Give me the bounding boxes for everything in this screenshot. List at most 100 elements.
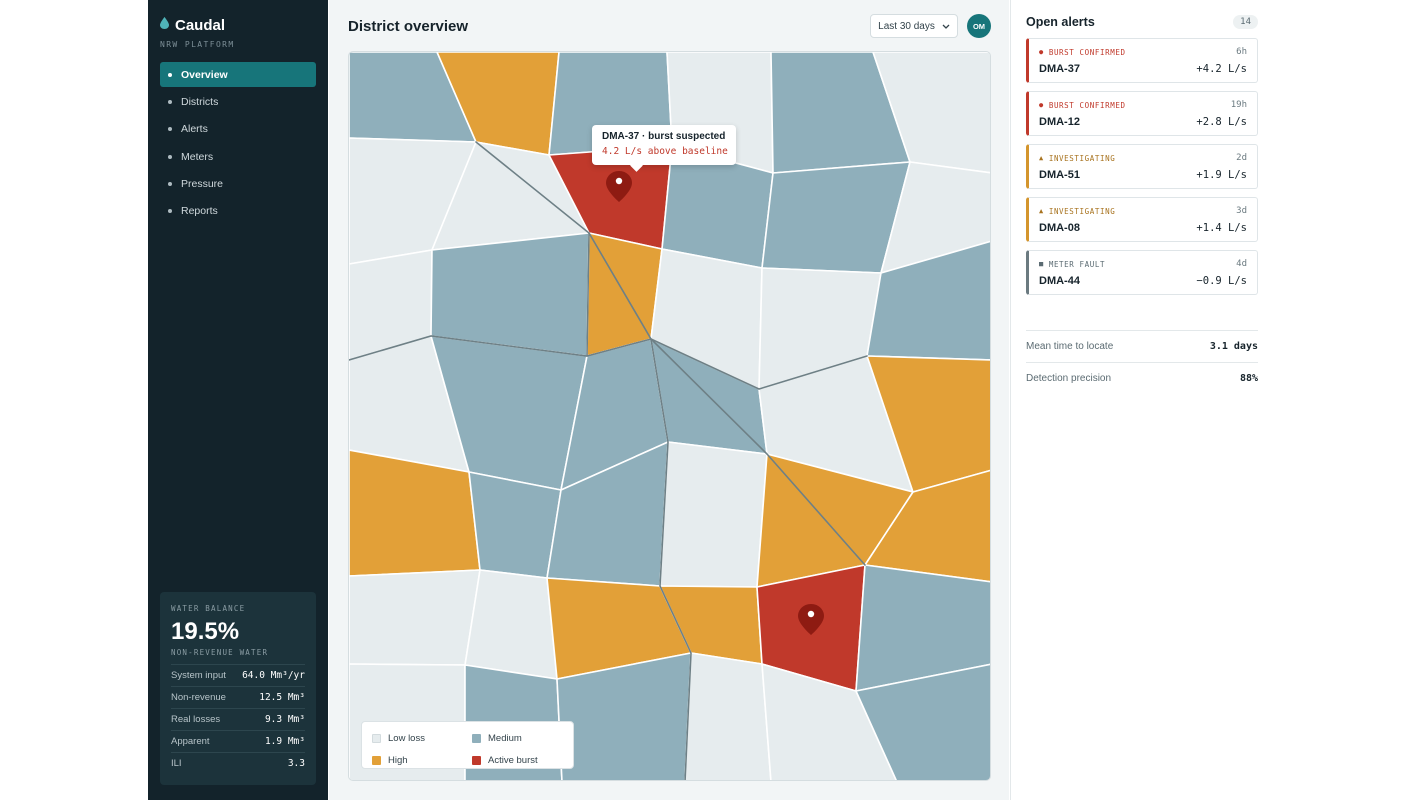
- alert-age: 2d: [1236, 153, 1247, 163]
- district-cell: [659, 441, 768, 588]
- row-value: 3.3: [287, 758, 305, 769]
- alert-status: ● BURST CONFIRMED: [1039, 101, 1126, 110]
- alert-dma: DMA-12: [1039, 116, 1080, 128]
- alert-card[interactable]: ■ METER FAULT 4d DMA-44 −0.9 L/s: [1026, 250, 1258, 295]
- nav-dot-icon: [168, 209, 172, 214]
- alert-age: 6h: [1236, 47, 1247, 57]
- warning-triangle-icon: ▲: [1039, 153, 1044, 162]
- sidebar-item-pressure[interactable]: Pressure: [160, 172, 316, 197]
- metric-label: Mean time to locate: [1026, 341, 1114, 352]
- legend-label: Medium: [488, 732, 522, 744]
- district-cell: [430, 232, 590, 357]
- water-balance-row: Apparent 1.9 Mm³: [171, 730, 305, 752]
- status-dot-icon: ●: [1039, 100, 1044, 109]
- alerts-title: Open alerts: [1026, 15, 1095, 29]
- row-value: 64.0 Mm³/yr: [242, 670, 305, 681]
- tooltip-title: DMA-37 · burst suspected: [602, 131, 726, 142]
- status-label: INVESTIGATING: [1048, 153, 1116, 163]
- alert-dma: DMA-44: [1039, 275, 1080, 287]
- alert-card[interactable]: ▲ INVESTIGATING 3d DMA-08 +1.4 L/s: [1026, 197, 1258, 242]
- alert-card[interactable]: ▲ INVESTIGATING 2d DMA-51 +1.9 L/s: [1026, 144, 1258, 189]
- sidebar-item-overview[interactable]: Overview: [160, 62, 316, 87]
- district-cell: [468, 471, 562, 579]
- water-balance-row: Real losses 9.3 Mm³: [171, 708, 305, 730]
- sidebar-item-label: Meters: [181, 150, 214, 163]
- nav-dot-icon: [168, 99, 172, 104]
- metric-row: Mean time to locate 3.1 days: [1026, 330, 1258, 362]
- alerts-count-badge: 14: [1233, 15, 1258, 29]
- water-balance-value: 19.5%: [171, 618, 240, 645]
- nav-dot-icon: [168, 154, 172, 159]
- alert-card[interactable]: ● BURST CONFIRMED 6h DMA-37 +4.2 L/s: [1026, 38, 1258, 83]
- tooltip-sub: 4.2 L/s above baseline: [602, 146, 728, 157]
- legend-swatch: [372, 733, 381, 743]
- status-label: INVESTIGATING: [1048, 206, 1116, 216]
- page-title: District overview: [348, 18, 469, 35]
- water-balance-row: System input 64.0 Mm³/yr: [171, 664, 305, 686]
- legend-swatch: [372, 755, 381, 765]
- row-key: ILI: [171, 758, 182, 769]
- legend-item: High: [372, 752, 472, 768]
- map-tooltip: DMA-37 · burst suspected 4.2 L/s above b…: [592, 125, 736, 165]
- district-cell: [684, 652, 772, 780]
- alert-flow: +4.2 L/s: [1196, 63, 1247, 75]
- metrics-list: Mean time to locate 3.1 days Detection pr…: [1026, 330, 1258, 394]
- water-drop-icon: [160, 16, 169, 34]
- alert-status: ▲ INVESTIGATING: [1039, 154, 1115, 163]
- status-label: BURST CONFIRMED: [1048, 100, 1126, 110]
- sidebar-item-meters[interactable]: Meters: [160, 144, 316, 169]
- alert-flow: +1.4 L/s: [1196, 222, 1247, 234]
- sidebar-item-reports[interactable]: Reports: [160, 199, 316, 224]
- alert-list: ● BURST CONFIRMED 6h DMA-37 +4.2 L/s ● BUR…: [1026, 38, 1258, 303]
- app-name: Caudal: [175, 16, 226, 34]
- brand[interactable]: Caudal NRW PLATFORM: [160, 16, 235, 49]
- square-icon: ■: [1039, 259, 1044, 268]
- water-balance-row: ILI 3.3: [171, 752, 305, 774]
- date-range-label: Last 30 days: [878, 20, 935, 32]
- sidebar-item-alerts[interactable]: Alerts: [160, 117, 316, 142]
- sidebar-nav: Overview Districts Alerts Meters Pressur…: [160, 62, 316, 226]
- row-key: System input: [171, 670, 226, 681]
- alert-status: ● BURST CONFIRMED: [1039, 48, 1126, 57]
- alert-age: 3d: [1236, 206, 1247, 216]
- app-subtitle: NRW PLATFORM: [160, 40, 235, 49]
- district-map[interactable]: DMA-37 · burst suspected 4.2 L/s above b…: [348, 51, 991, 781]
- alert-dma: DMA-08: [1039, 222, 1080, 234]
- alert-card[interactable]: ● BURST CONFIRMED 19h DMA-12 +2.8 L/s: [1026, 91, 1258, 136]
- status-label: BURST CONFIRMED: [1048, 47, 1126, 57]
- row-value: 12.5 Mm³: [259, 692, 305, 703]
- alert-age: 19h: [1230, 100, 1247, 110]
- date-range-select[interactable]: Last 30 days: [870, 14, 958, 38]
- nav-dot-icon: [168, 182, 172, 187]
- alert-dma: DMA-51: [1039, 169, 1080, 181]
- row-value: 1.9 Mm³: [264, 736, 305, 747]
- alert-age: 4d: [1236, 259, 1247, 269]
- legend-swatch: [472, 733, 481, 743]
- warning-triangle-icon: ▲: [1039, 206, 1044, 215]
- alert-status: ▲ INVESTIGATING: [1039, 207, 1115, 216]
- alert-dma: DMA-37: [1039, 63, 1080, 75]
- row-key: Non-revenue: [171, 692, 226, 703]
- sidebar-item-label: Pressure: [181, 178, 224, 191]
- sidebar: Caudal NRW PLATFORM Overview Districts A…: [148, 0, 328, 800]
- row-key: Apparent: [171, 736, 210, 747]
- legend-label: Active burst: [488, 754, 538, 766]
- avatar[interactable]: OM: [967, 14, 991, 38]
- sidebar-item-label: Alerts: [181, 123, 208, 136]
- status-dot-icon: ●: [1039, 47, 1044, 56]
- alerts-panel: Open alerts 14 ● BURST CONFIRMED 6h DMA-3…: [1010, 0, 1420, 800]
- row-key: Real losses: [171, 714, 221, 725]
- sidebar-item-districts[interactable]: Districts: [160, 89, 316, 114]
- metric-value: 3.1 days: [1209, 341, 1258, 352]
- legend-item: Low loss: [372, 730, 472, 746]
- legend-item: Medium: [472, 730, 572, 746]
- metric-value: 88%: [1239, 373, 1258, 384]
- alert-flow: +2.8 L/s: [1196, 116, 1247, 128]
- legend-label: Low loss: [388, 732, 425, 744]
- alert-status: ■ METER FAULT: [1039, 260, 1105, 269]
- sidebar-item-label: Districts: [181, 95, 219, 108]
- metric-label: Detection precision: [1026, 373, 1112, 384]
- map-legend: Low loss Medium High Active burst: [361, 721, 574, 769]
- water-balance-sub: NON-REVENUE WATER: [171, 648, 269, 657]
- sidebar-item-label: Overview: [181, 68, 228, 81]
